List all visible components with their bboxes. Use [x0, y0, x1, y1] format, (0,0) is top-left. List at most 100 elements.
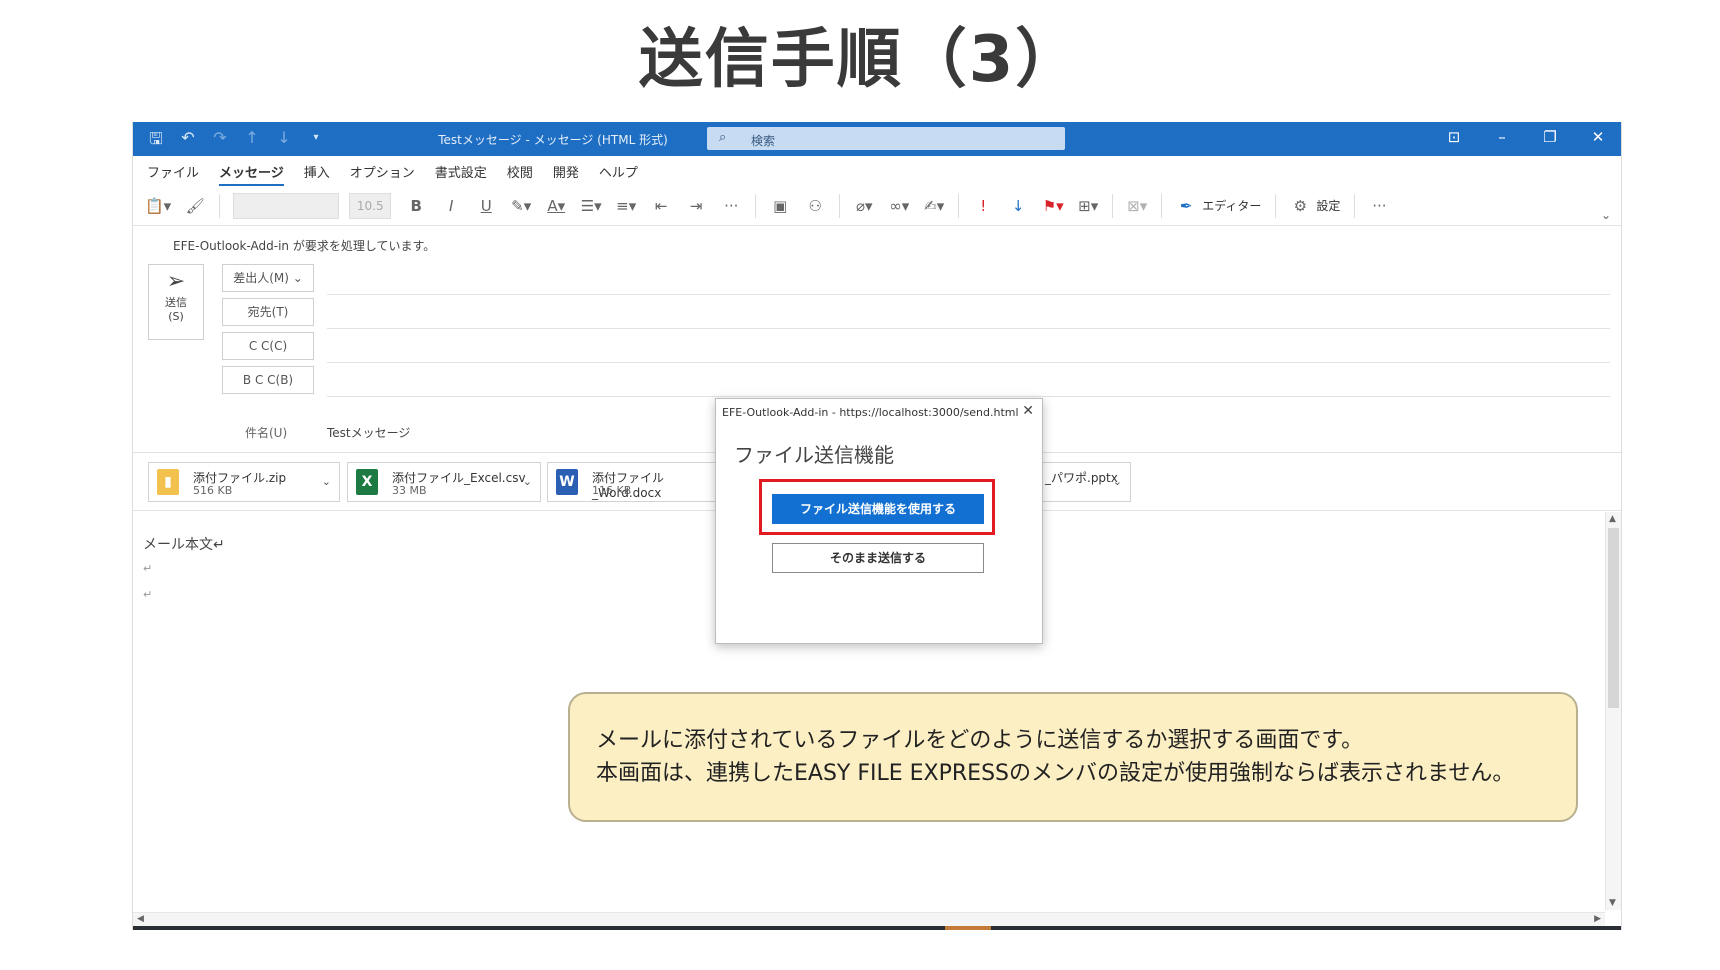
from-field[interactable]	[327, 294, 1610, 295]
tab-help[interactable]: ヘルプ	[599, 162, 638, 181]
cc-field[interactable]	[327, 362, 1610, 363]
search-icon: ⌕	[719, 130, 727, 145]
ribbon-more-icon[interactable]: ···	[1368, 197, 1390, 215]
bcc-field[interactable]	[327, 396, 1610, 397]
word-icon: W	[556, 469, 578, 495]
window-controls: ⊡ – ❐ ✕	[1445, 128, 1607, 146]
menu-tabs: ファイル メッセージ 挿入 オプション 書式設定 校閲 開発 ヘルプ	[147, 162, 638, 186]
redo-icon[interactable]: ↷	[211, 128, 229, 155]
editor-icon[interactable]: ✒	[1175, 197, 1197, 215]
tab-message[interactable]: メッセージ	[219, 162, 284, 186]
chevron-down-icon: ⌄	[292, 271, 303, 285]
ribbon-separator	[839, 193, 841, 218]
low-importance-icon[interactable]: ↓	[1007, 197, 1029, 215]
horizontal-scrollbar[interactable]: ◀ ▶	[133, 912, 1605, 927]
send-as-is-button[interactable]: そのまま送信する	[772, 543, 984, 573]
signature-icon[interactable]: ✍▾	[923, 197, 945, 215]
tags-icon[interactable]: ⊞▾	[1077, 197, 1099, 215]
vertical-scrollbar[interactable]: ▲ ▼	[1605, 512, 1621, 910]
scroll-thumb[interactable]	[1608, 528, 1619, 708]
minimize-icon[interactable]: –	[1493, 128, 1511, 146]
ribbon-separator	[958, 193, 960, 218]
explanation-callout: メールに添付されているファイルをどのように送信するか選択する画面です。 本画面は…	[568, 692, 1578, 822]
high-importance-icon[interactable]: !	[972, 197, 994, 215]
chevron-down-icon[interactable]: ⌄	[1113, 475, 1122, 488]
scroll-down-icon[interactable]: ▼	[1609, 898, 1616, 908]
bcc-button[interactable]: B C C(B)	[222, 366, 314, 394]
attachment-item[interactable]: X 添付ファイル_Excel.csv 33 MB ⌄	[347, 462, 541, 502]
link-icon[interactable]: ∞▾	[888, 197, 910, 215]
down-arrow-icon[interactable]: ↓	[275, 128, 293, 155]
scroll-left-icon[interactable]: ◀	[137, 914, 144, 924]
attach-file-icon[interactable]: ⌀▾	[853, 197, 875, 215]
paste-icon[interactable]: 📋▾	[145, 197, 171, 215]
send-label: 送信	[165, 296, 187, 309]
callout-line-2: 本画面は、連携したEASY FILE EXPRESSのメンバの設定が使用強制なら…	[596, 761, 1515, 786]
attachment-size: 33 MB	[392, 484, 427, 497]
tab-options[interactable]: オプション	[350, 162, 415, 181]
callout-line-1: メールに添付されているファイルをどのように送信するか選択する画面です。	[596, 728, 1364, 753]
up-arrow-icon[interactable]: ↑	[243, 128, 261, 155]
mail-body-text[interactable]: メール本文↵	[143, 534, 225, 554]
undo-icon[interactable]: ↶	[179, 128, 197, 155]
decrease-indent-icon[interactable]: ⇤	[650, 197, 672, 215]
scroll-up-icon[interactable]: ▲	[1609, 514, 1616, 524]
settings-label[interactable]: 設定	[1316, 197, 1340, 214]
use-file-send-button[interactable]: ファイル送信機能を使用する	[772, 494, 984, 524]
attachment-item[interactable]: _パワポ.pptx ⌄	[1041, 462, 1131, 502]
font-size-select[interactable]: 10.5	[349, 192, 392, 219]
ribbon-collapse-icon[interactable]: ⌄	[1601, 208, 1611, 222]
subject-input[interactable]: Testメッセージ	[327, 424, 410, 441]
highlight-icon[interactable]: ✎▾	[510, 197, 532, 215]
from-button[interactable]: 差出人(M) ⌄	[222, 264, 314, 292]
check-names-icon[interactable]: ⚇	[804, 197, 826, 215]
search-input[interactable]: ⌕ 検索	[707, 127, 1065, 150]
format-painter-icon[interactable]: 🖌	[184, 197, 206, 215]
tab-insert[interactable]: 挿入	[304, 162, 330, 181]
ribbon-display-icon[interactable]: ⊡	[1445, 128, 1463, 146]
to-button[interactable]: 宛先(T)	[222, 298, 314, 326]
ribbon-separator	[1161, 193, 1163, 218]
save-icon[interactable]: 🖫	[147, 128, 165, 155]
tab-file[interactable]: ファイル	[147, 162, 199, 181]
close-icon[interactable]: ✕	[1589, 128, 1607, 146]
to-field[interactable]	[327, 328, 1610, 329]
ribbon-separator	[1112, 193, 1114, 218]
attachment-item[interactable]: W 添付ファイル_Word.docx 116 KB	[547, 462, 727, 502]
flag-icon[interactable]: ⚑▾	[1042, 197, 1064, 215]
underline-icon[interactable]: U	[475, 197, 497, 215]
search-placeholder: 検索	[751, 134, 776, 148]
bullets-icon[interactable]: ☰▾	[580, 197, 602, 215]
numbering-icon[interactable]: ≡▾	[615, 197, 637, 215]
paragraph-mark: ↵	[143, 562, 153, 575]
send-shortcut: (S)	[168, 310, 184, 323]
close-icon[interactable]: ✕	[1022, 403, 1034, 419]
settings-icon[interactable]: ⚙	[1289, 197, 1311, 215]
tab-developer[interactable]: 開発	[553, 162, 579, 181]
dialog-title: EFE-Outlook-Add-in - https://localhost:3…	[722, 406, 1019, 419]
send-icon: ➢	[166, 269, 186, 294]
sensitivity-icon[interactable]: ⊠▾	[1126, 197, 1148, 215]
cc-button[interactable]: C C(C)	[222, 332, 314, 360]
tab-review[interactable]: 校閲	[507, 162, 533, 181]
customize-qat-icon[interactable]: ▾	[307, 128, 325, 155]
editor-label[interactable]: エディター	[1202, 197, 1261, 214]
addin-dialog: EFE-Outlook-Add-in - https://localhost:3…	[715, 398, 1043, 644]
font-color-icon[interactable]: A▾	[545, 197, 567, 215]
increase-indent-icon[interactable]: ⇥	[685, 197, 707, 215]
zip-icon: ▮	[157, 469, 179, 495]
tab-format[interactable]: 書式設定	[435, 162, 487, 181]
more-icon[interactable]: ···	[720, 197, 742, 215]
chevron-down-icon[interactable]: ⌄	[523, 475, 532, 488]
attachment-item[interactable]: ▮ 添付ファイル.zip 516 KB ⌄	[148, 462, 340, 502]
send-button[interactable]: ➢ 送信 (S)	[148, 264, 204, 340]
chevron-down-icon[interactable]: ⌄	[322, 475, 331, 488]
restore-icon[interactable]: ❐	[1541, 128, 1559, 146]
italic-icon[interactable]: I	[440, 197, 462, 215]
quick-access-toolbar: 🖫 ↶ ↷ ↑ ↓ ▾	[147, 128, 325, 155]
address-book-icon[interactable]: ▣	[769, 197, 791, 215]
bold-icon[interactable]: B	[405, 197, 427, 215]
scroll-right-icon[interactable]: ▶	[1594, 914, 1601, 924]
font-name-select[interactable]	[233, 192, 340, 219]
ribbon-separator	[755, 193, 757, 218]
